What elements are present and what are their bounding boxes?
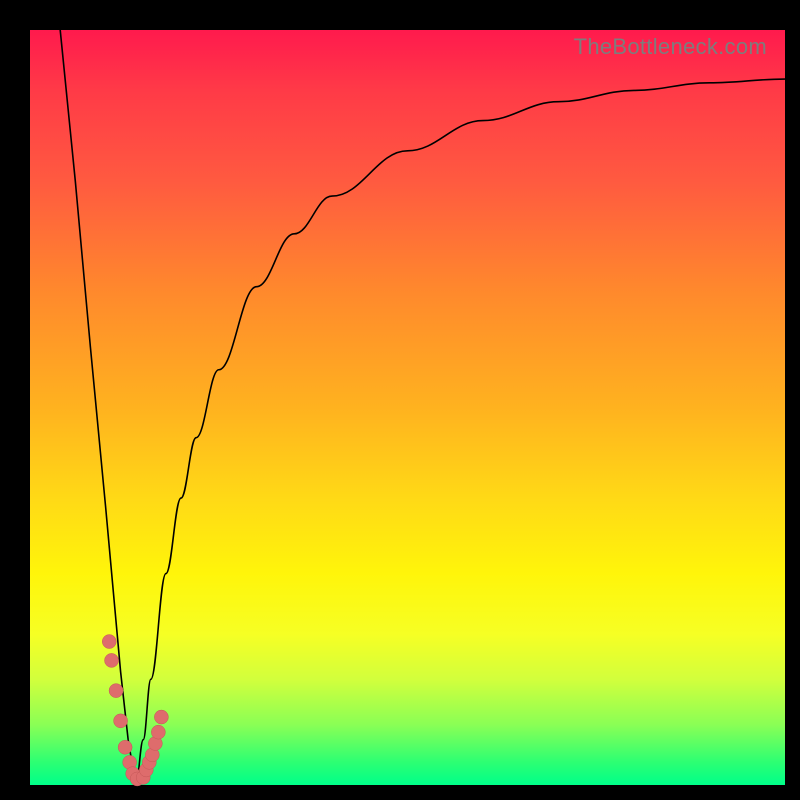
sample-point [154,710,168,724]
sample-point [151,725,165,739]
sample-point [105,653,119,667]
plot-area: TheBottleneck.com [30,30,785,785]
sample-points-group [102,635,168,786]
sample-point [118,740,132,754]
chart-frame: TheBottleneck.com [0,0,800,800]
sample-point [114,714,128,728]
bottleneck-curve [60,30,785,785]
sample-point [102,635,116,649]
sample-point [109,684,123,698]
chart-svg [30,30,785,785]
